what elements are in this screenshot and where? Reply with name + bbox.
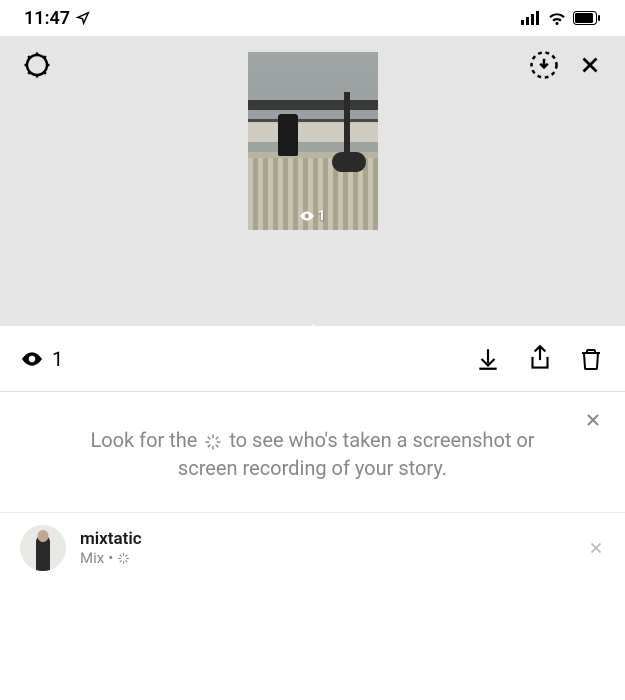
close-icon[interactable] [577, 52, 603, 78]
info-text-after: to see who's taken a screenshot or scree… [178, 428, 535, 480]
viewer-username: mixtatic [80, 529, 573, 549]
thumb-view-count: 1 [300, 208, 326, 224]
status-time: 11:47 [24, 8, 70, 29]
cellular-icon [521, 11, 541, 25]
story-thumbnail[interactable]: 1 [248, 52, 378, 230]
pointer-notch [301, 324, 325, 336]
info-close-icon[interactable] [583, 410, 603, 430]
starburst-icon [204, 433, 222, 451]
starburst-icon-small [117, 552, 130, 565]
story-preview-area: 1 [0, 36, 625, 326]
screenshot-info-banner: Look for the to see who's taken a screen… [0, 392, 625, 513]
status-bar: 11:47 [0, 0, 625, 36]
delete-icon[interactable] [579, 345, 603, 373]
battery-icon [573, 11, 601, 25]
download-icon[interactable] [475, 345, 501, 373]
status-left: 11:47 [24, 8, 90, 29]
view-count-number: 1 [52, 347, 63, 371]
status-right [521, 11, 601, 25]
viewer-dismiss-icon[interactable] [587, 539, 605, 557]
viewer-info: mixtatic Mix • [80, 529, 573, 567]
viewer-row[interactable]: mixtatic Mix • [0, 513, 625, 583]
save-highlight-icon[interactable] [529, 50, 559, 80]
info-text-before: Look for the [90, 428, 197, 452]
settings-icon[interactable] [22, 50, 52, 80]
view-count[interactable]: 1 [22, 347, 63, 371]
viewer-displayname: Mix • [80, 549, 573, 567]
wifi-icon [547, 11, 567, 25]
avatar[interactable] [20, 525, 66, 571]
share-icon[interactable] [527, 344, 553, 374]
location-icon [76, 11, 90, 25]
